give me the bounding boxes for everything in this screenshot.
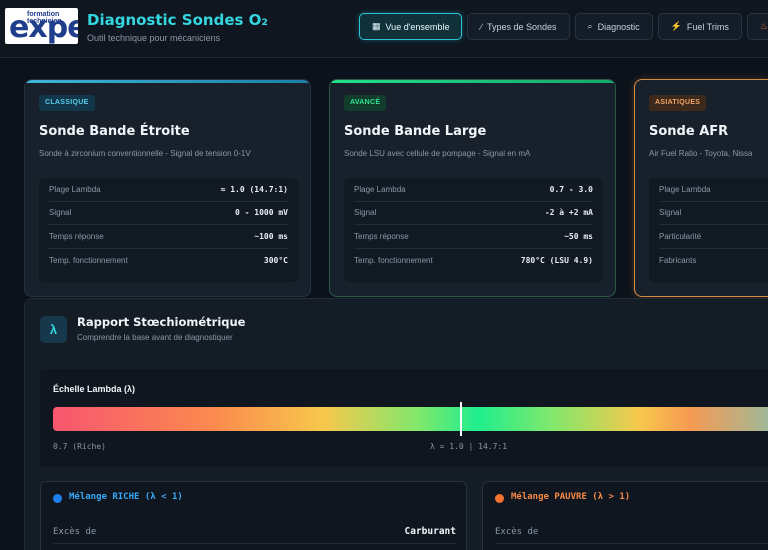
card-title: Sonde Bande Étroite <box>39 124 190 139</box>
spec-key: Temp. fonctionnement <box>49 255 128 265</box>
spec-key: Plage Lambda <box>354 184 406 194</box>
card-description: Sonde à zirconium conventionnelle - Sign… <box>39 149 251 158</box>
card-wideband[interactable]: AVANCÉ Sonde Bande Large Sonde LSU avec … <box>329 79 616 297</box>
lightning-icon: ⚡ <box>670 21 682 31</box>
badge-classique: CLASSIQUE <box>39 95 95 111</box>
lambda-scale: Échelle Lambda (λ) 0.7 (Riche) λ = 1.0 |… <box>40 369 768 467</box>
spec-table: Plage Lambda ≈ 1.0 (14.7:1) Signal 0 - 100… <box>39 178 298 282</box>
spec-row: Fabricants <box>659 249 768 273</box>
card-narrowband[interactable]: CLASSIQUE Sonde Bande Étroite Sonde à zi… <box>24 79 311 297</box>
spec-key: Signal <box>659 208 682 218</box>
rich-mixture-card: Mélange RICHE (λ < 1) Excès de Carburant <box>40 481 467 550</box>
rich-row-key: Excès de <box>53 526 97 537</box>
spec-row: Plage Lambda <box>659 178 768 202</box>
rich-row: Excès de Carburant <box>53 520 456 544</box>
badge-asiatiques: ASIATIQUES <box>649 95 707 111</box>
app-title: Diagnostic Sondes O₂ <box>87 11 268 29</box>
tab-next[interactable]: ♨ <box>746 13 768 40</box>
lambda-icon: λ <box>40 316 67 343</box>
app-header: expert formation technicien Diagnostic S… <box>0 0 768 58</box>
card-accent-bar <box>330 80 615 83</box>
tab-label: Fuel Trims <box>686 21 729 32</box>
tab-label: Diagnostic <box>597 21 640 32</box>
spec-value: -2 à +2 mA <box>544 208 593 218</box>
spec-value: 0 - 1000 mV <box>235 208 288 218</box>
scale-low-label: 0.7 (Riche) <box>53 442 106 451</box>
stoichiometric-panel: λ Rapport Stœchiométrique Comprendre la … <box>24 298 768 550</box>
section-title: Rapport Stœchiométrique <box>77 315 246 329</box>
spec-row: Signal 0 - 1000 mV <box>49 202 288 225</box>
lean-dot-icon <box>495 494 504 503</box>
spec-row: Particularité <box>659 225 768 249</box>
spec-key: Fabricants <box>659 255 697 265</box>
spec-table: Plage Lambda 0.7 - 3.0 Signal -2 à +2 mA T… <box>344 178 603 282</box>
card-afr[interactable]: ASIATIQUES Sonde AFR Air Fuel Ratio - To… <box>634 79 768 297</box>
spec-key: Temps réponse <box>49 231 104 241</box>
spec-value: 780°C (LSU 4.9) <box>520 255 593 265</box>
spec-key: Particularité <box>659 231 702 241</box>
stoichiometric-marker[interactable] <box>460 402 462 436</box>
card-description: Air Fuel Ratio - Toyota, Nissa <box>649 149 753 158</box>
lambda-gradient-bar <box>53 407 768 431</box>
app-subtitle: Outil technique pour mécaniciens <box>87 33 221 43</box>
logo-line-2: technicien <box>27 18 62 25</box>
magnifier-icon: ⌕ <box>587 21 593 31</box>
logo-line-1: formation <box>27 11 60 18</box>
flame-icon: ♨ <box>759 21 768 31</box>
spec-value: 300°C <box>263 255 288 265</box>
tab-label: Types de Sondes <box>486 21 557 32</box>
tab-fuel-trims[interactable]: ⚡ Fuel Trims <box>657 13 742 40</box>
card-accent-bar <box>25 80 310 83</box>
spec-row: Signal -2 à +2 mA <box>354 202 593 225</box>
main-nav: ▦ Vue d'ensemble ∕ Types de Sondes ⌕ Dia… <box>359 13 768 40</box>
card-title: Sonde AFR <box>649 124 729 139</box>
spec-key: Plage Lambda <box>659 184 711 194</box>
card-title: Sonde Bande Large <box>344 124 487 139</box>
tab-vue-ensemble[interactable]: ▦ Vue d'ensemble <box>359 13 463 40</box>
rich-title: Mélange RICHE (λ < 1) <box>69 492 183 502</box>
dashboard-icon: ▦ <box>372 21 381 31</box>
spec-row: Temps réponse ~100 ms <box>49 225 288 249</box>
spec-table: Plage Lambda Signal Particularité Fabric… <box>649 178 768 282</box>
rich-dot-icon <box>53 494 62 503</box>
brand-logo[interactable]: expert formation technicien <box>5 8 78 44</box>
scale-title: Échelle Lambda (λ) <box>53 384 136 394</box>
spec-value: 0.7 - 3.0 <box>549 184 593 194</box>
lean-title: Mélange PAUVRE (λ > 1) <box>511 492 631 502</box>
tab-label: Vue d'ensemble <box>385 21 450 32</box>
spec-row: Temp. fonctionnement 780°C (LSU 4.9) <box>354 249 593 273</box>
spec-key: Signal <box>354 208 377 218</box>
rich-row-value: Carburant <box>404 526 456 537</box>
spec-row: Temp. fonctionnement 300°C <box>49 249 288 273</box>
section-subtitle: Comprendre la base avant de diagnostique… <box>77 333 233 342</box>
spec-key: Temps réponse <box>354 231 409 241</box>
lean-row: Excès de <box>495 520 768 544</box>
tab-diagnostic[interactable]: ⌕ Diagnostic <box>574 13 653 40</box>
spec-row: Signal <box>659 202 768 225</box>
spec-key: Signal <box>49 208 72 218</box>
tab-types-sondes[interactable]: ∕ Types de Sondes <box>467 13 570 40</box>
lean-row-key: Excès de <box>495 526 539 537</box>
spec-key: Plage Lambda <box>49 184 101 194</box>
spec-row: Plage Lambda 0.7 - 3.0 <box>354 178 593 202</box>
spec-key: Temp. fonctionnement <box>354 255 433 265</box>
card-description: Sonde LSU avec cellule de pompage - Sign… <box>344 149 531 158</box>
scale-mid-label: λ = 1.0 | 14.7:1 <box>430 442 508 451</box>
spec-row: Plage Lambda ≈ 1.0 (14.7:1) <box>49 178 288 202</box>
spec-value: ~50 ms <box>564 231 593 241</box>
lean-mixture-card: Mélange PAUVRE (λ > 1) Excès de <box>482 481 768 550</box>
probe-icon: ∕ <box>480 21 482 32</box>
spec-value: ~100 ms <box>254 231 288 241</box>
spec-value: ≈ 1.0 (14.7:1) <box>220 184 288 194</box>
spec-row: Temps réponse ~50 ms <box>354 225 593 249</box>
badge-avance: AVANCÉ <box>344 95 387 111</box>
